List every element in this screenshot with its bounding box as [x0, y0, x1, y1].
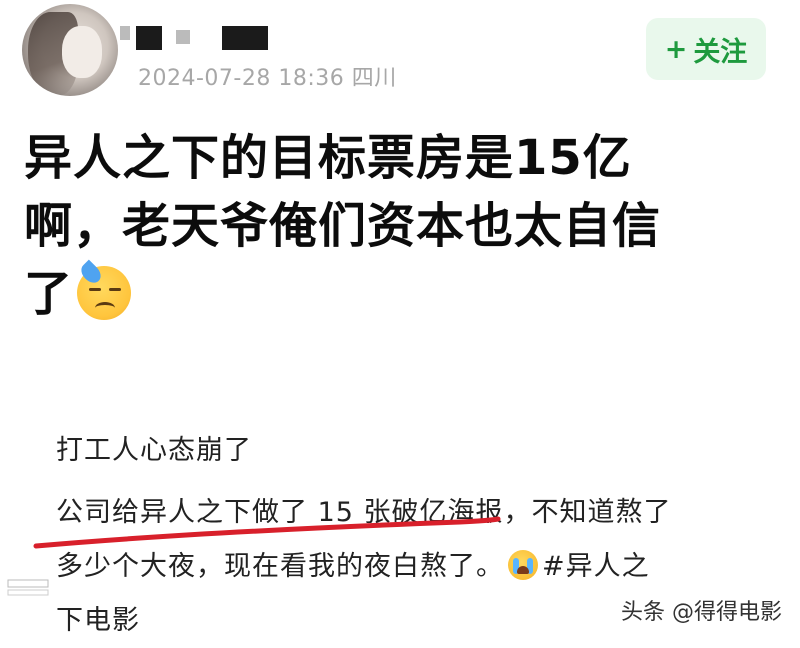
quote-line-1: 公司给异人之下做了 15 张破亿海报，不知道熬了	[56, 497, 672, 528]
post-timestamp-location: 2024-07-28 18:36 四川	[138, 66, 397, 91]
follow-button[interactable]: + 关注	[646, 18, 766, 80]
plus-icon: +	[664, 33, 688, 65]
quote-line-2-text: 多少个大夜，现在看我的夜白熬了。	[56, 551, 504, 582]
username-redaction	[176, 30, 190, 44]
headline-line-1: 异人之下的目标票房是15亿	[24, 130, 632, 186]
crying-emoji-icon	[508, 550, 538, 580]
username-redaction	[120, 26, 130, 40]
username-redaction	[136, 26, 162, 50]
follow-button-label: 关注	[693, 36, 748, 68]
corner-watermark-icon	[2, 577, 54, 603]
headline-line-3-text: 了	[24, 266, 74, 322]
headline-line-2: 啊，老天爷俺们资本也太自信	[24, 198, 662, 254]
avatar[interactable]	[22, 4, 118, 96]
downcast-sweat-emoji-icon	[77, 259, 135, 320]
avatar-face	[62, 26, 102, 78]
username-redaction	[222, 26, 268, 50]
headline-line-3: 了	[24, 259, 784, 328]
post-headline: 异人之下的目标票房是15亿 啊，老天爷俺们资本也太自信 了	[24, 124, 784, 328]
quote-title: 打工人心态崩了	[56, 435, 252, 466]
hashtag-link[interactable]: #异人之	[542, 551, 650, 582]
source-watermark: 头条 @得得电影	[621, 600, 782, 625]
quote-line-2: 多少个大夜，现在看我的夜白熬了。 #异人之	[56, 540, 756, 594]
